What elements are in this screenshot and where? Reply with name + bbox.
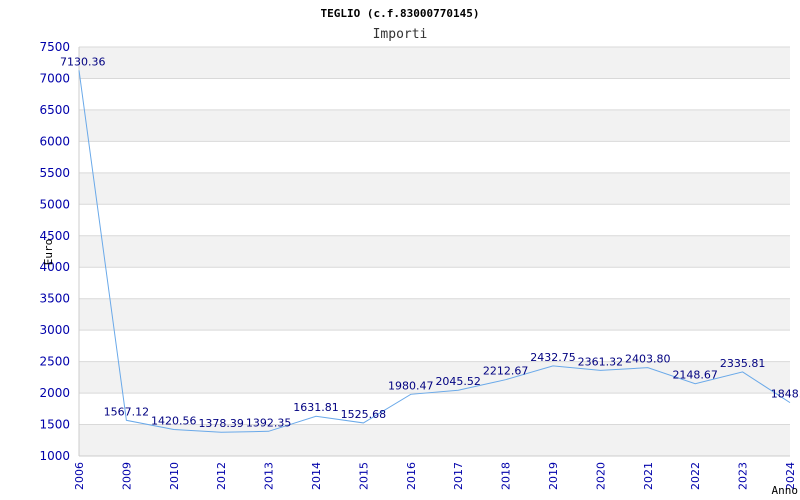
y-tick-label: 2500: [39, 355, 70, 369]
x-tick-label: 2022: [689, 462, 702, 490]
plot-band: [79, 109, 790, 142]
data-label: 1420.56: [151, 415, 197, 428]
data-label: 1378.39: [198, 417, 244, 430]
y-tick-label: 6500: [39, 103, 70, 117]
data-label: 2361.32: [578, 355, 624, 368]
x-tick-label: 2017: [452, 462, 465, 490]
y-tick-label: 5000: [39, 197, 70, 211]
x-tick-label: 2006: [73, 462, 86, 490]
y-tick-label: 1500: [39, 418, 70, 432]
x-tick-label: 2019: [547, 462, 560, 490]
x-tick-label: 2013: [263, 462, 276, 490]
y-tick-label: 7000: [39, 71, 70, 85]
y-tick-label: 6000: [39, 134, 70, 148]
data-label: 1567.12: [104, 405, 150, 418]
plot-band: [79, 424, 790, 456]
y-tick-label: 5500: [39, 166, 70, 180]
y-tick-label: 3000: [39, 323, 70, 337]
data-label: 2045.52: [435, 375, 481, 388]
x-tick-label: 2018: [500, 462, 513, 490]
y-tick-label: 2000: [39, 386, 70, 400]
plot-band: [79, 298, 790, 331]
x-tick-label: 2014: [310, 462, 323, 490]
data-label: 1631.81: [293, 401, 339, 414]
data-label: 2403.80: [625, 353, 671, 366]
x-tick-label: 2021: [642, 462, 655, 490]
chart-subtitle: Importi: [373, 27, 428, 42]
data-label: 2212.67: [483, 365, 529, 378]
x-tick-labels: 2006 2009 2010 2012 2013 2014 2015 2016 2017 2018…: [73, 462, 797, 490]
x-axis-label: Anno: [772, 484, 799, 497]
data-label: 1980.47: [388, 379, 434, 392]
data-label: 1848.3: [771, 388, 800, 401]
data-label: 1392.35: [246, 416, 292, 429]
x-tick-label: 2012: [215, 462, 228, 490]
data-label: 2335.81: [720, 357, 766, 370]
data-label: 7130.36: [60, 55, 106, 68]
x-tick-label: 2010: [168, 462, 181, 490]
line-chart: 1000150020002500300035004000450050005500…: [39, 7, 800, 497]
x-tick-label: 2023: [737, 462, 750, 490]
plot-band: [79, 172, 790, 205]
chart-title: TEGLIO (c.f.83000770145): [321, 7, 480, 20]
data-label: 1525.68: [341, 408, 387, 421]
y-tick-label: 1000: [39, 449, 70, 463]
y-tick-label: 7500: [39, 40, 70, 54]
plot-bands: [79, 47, 790, 456]
x-tick-label: 2016: [405, 462, 418, 490]
y-tick-label: 3500: [39, 292, 70, 306]
data-label: 2432.75: [530, 351, 576, 364]
plot-band: [79, 47, 790, 79]
x-tick-label: 2009: [120, 462, 133, 490]
x-tick-label: 2020: [594, 462, 607, 490]
plot-band: [79, 235, 790, 268]
data-label: 2148.67: [672, 369, 718, 382]
x-tick-label: 2015: [357, 462, 370, 490]
y-axis-label: Euro: [42, 239, 55, 266]
